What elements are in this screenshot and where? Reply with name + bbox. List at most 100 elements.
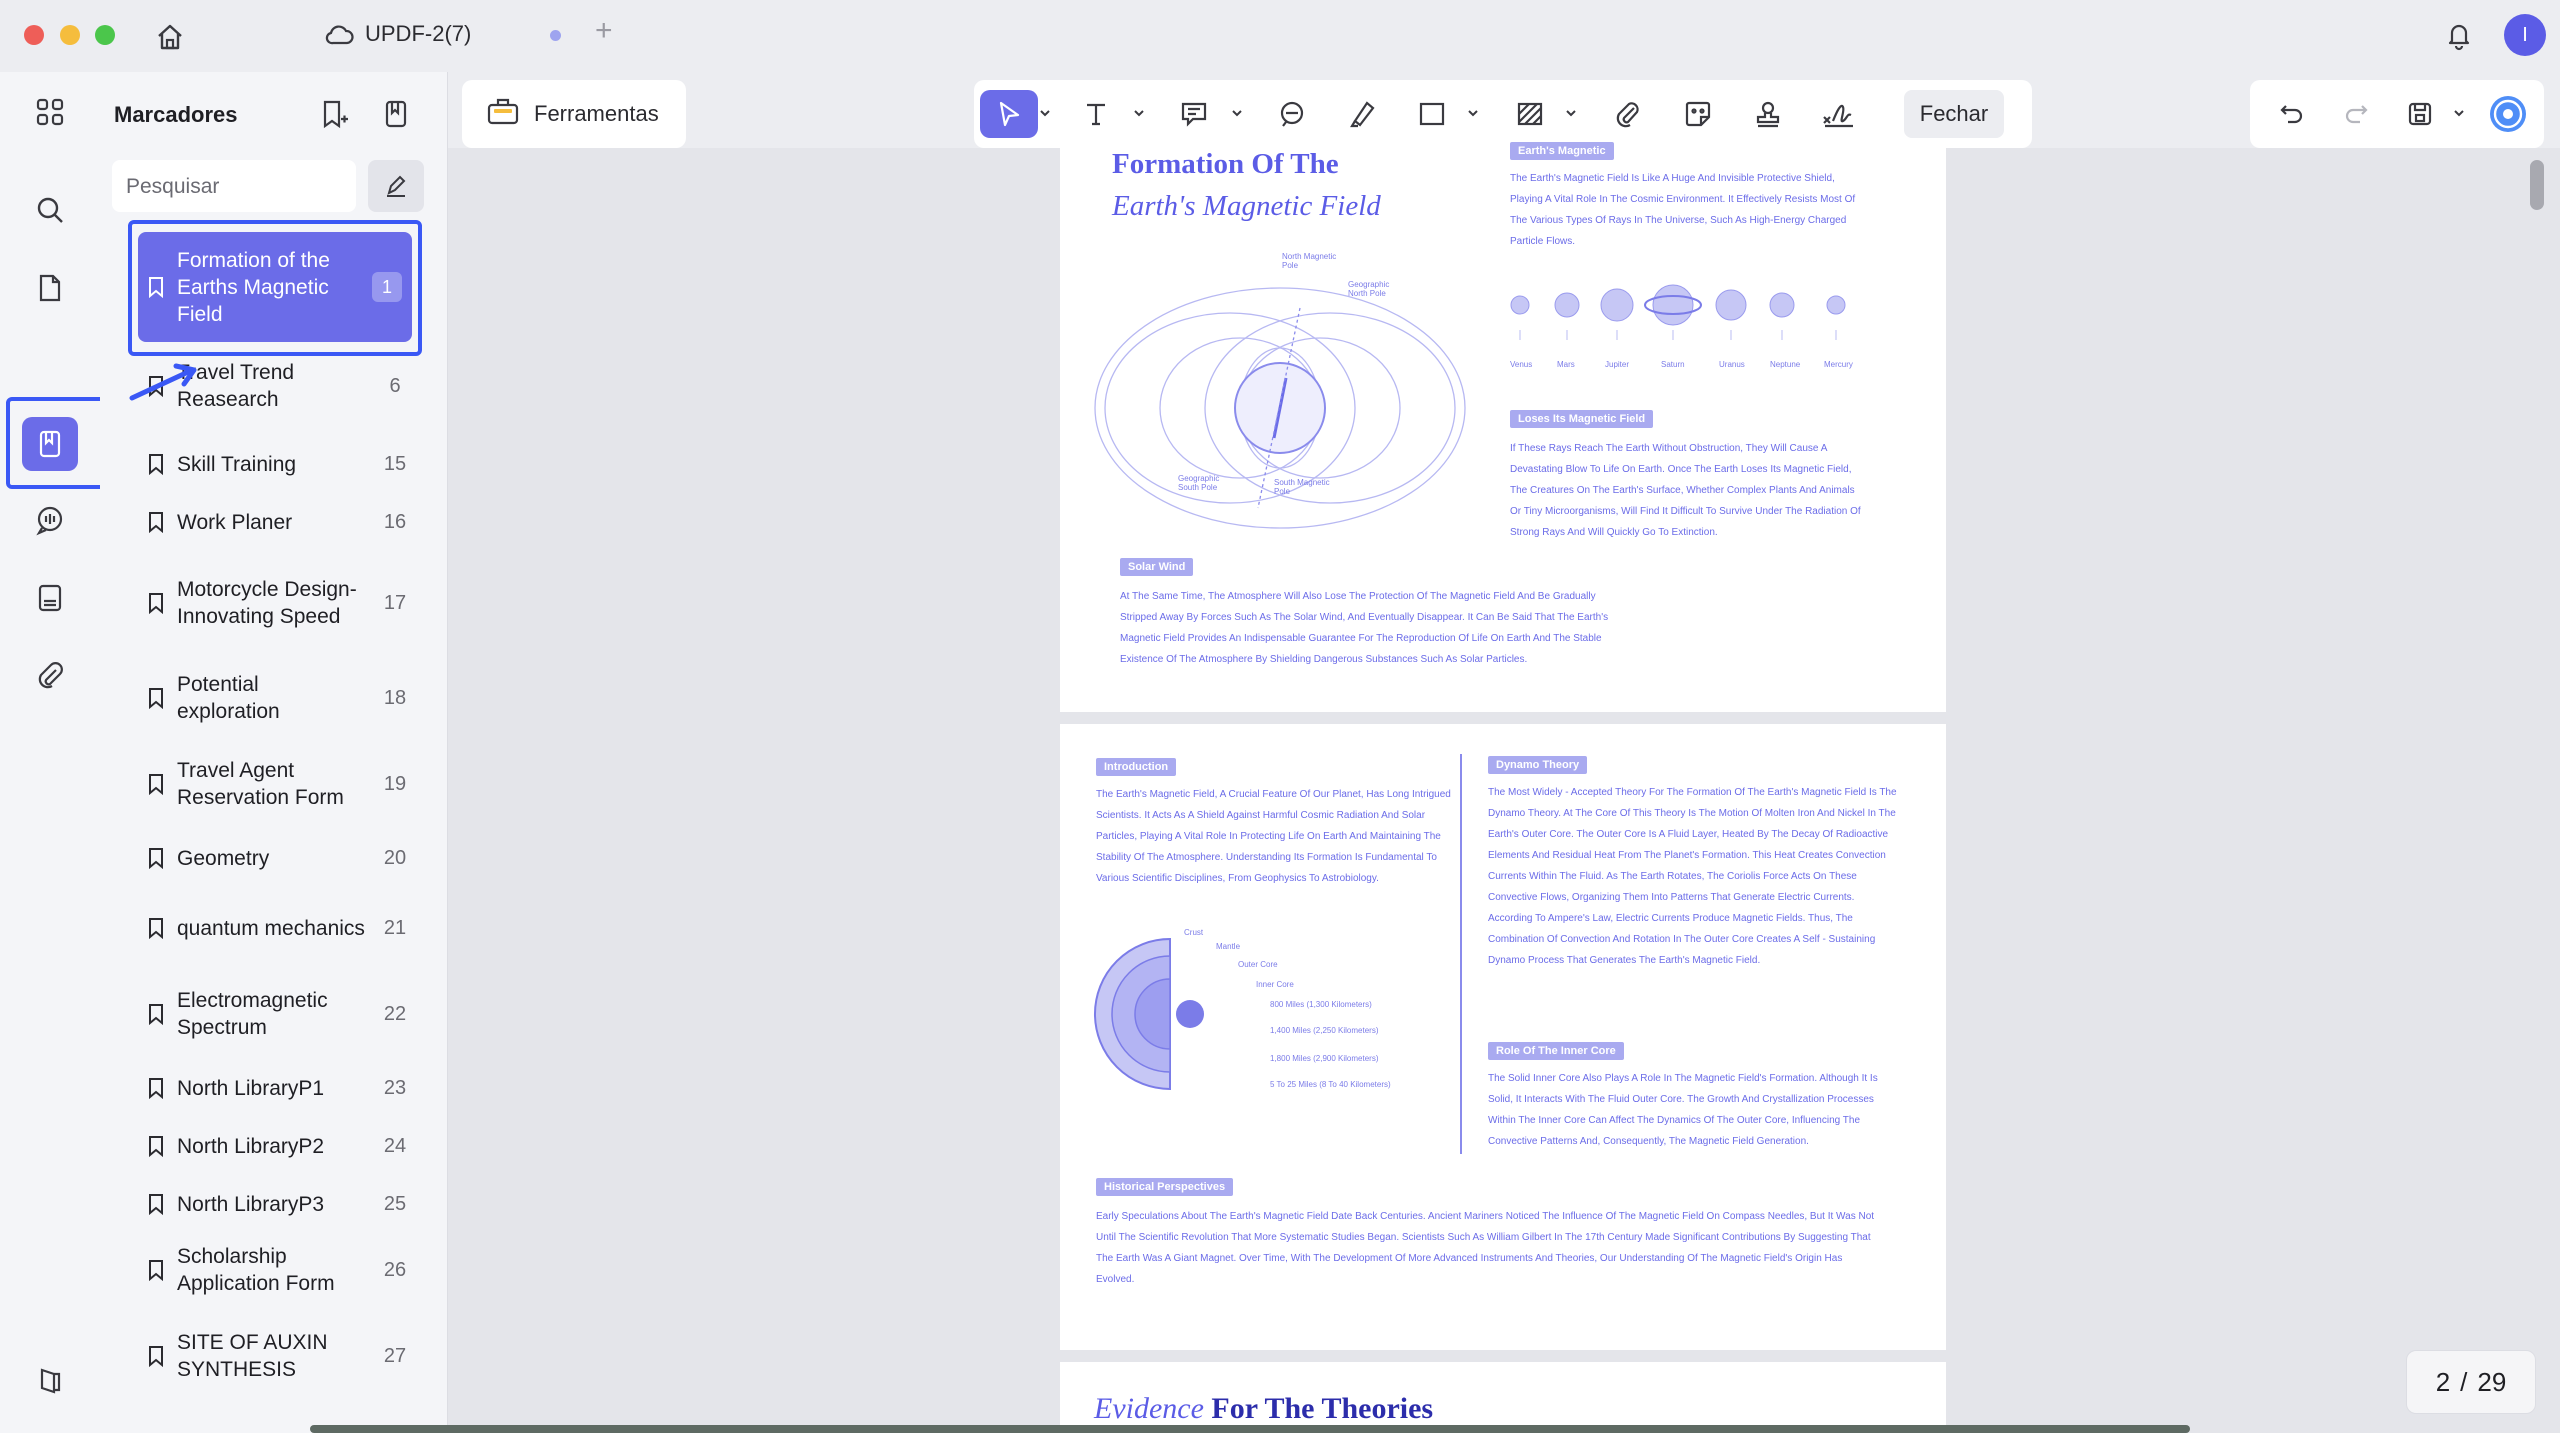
comment-dropdown-caret[interactable] — [1230, 106, 1244, 120]
rectangle-shape-icon[interactable] — [1408, 90, 1456, 138]
bookmark-icon — [149, 918, 163, 939]
bookmark-page-number: 16 — [383, 510, 407, 533]
page2-intro-text: The Earth's Magnetic Field, A Crucial Fe… — [1096, 789, 1451, 884]
document-scrollbar[interactable] — [2530, 160, 2544, 210]
bookmark-item[interactable]: Motorcycle Design-Innovating Speed 17 — [120, 558, 420, 648]
section-chip-historical: Historical Perspectives — [1096, 1178, 1234, 1196]
shape-dropdown-caret[interactable] — [1466, 106, 1480, 120]
home-icon[interactable] — [150, 17, 190, 57]
bookmark-search-input[interactable]: Pesquisar — [112, 160, 356, 212]
select-cursor-icon[interactable] — [980, 90, 1038, 138]
notification-bell-icon[interactable] — [2440, 16, 2478, 54]
add-bookmark-icon[interactable] — [314, 94, 354, 134]
text-tool-icon[interactable] — [1072, 90, 1120, 138]
section-chip-introduction: Introduction — [1096, 758, 1177, 776]
bookmark-icon — [149, 1136, 163, 1157]
redo-icon[interactable] — [2332, 90, 2380, 138]
bookmark-label: North LibraryP1 — [177, 1076, 325, 1100]
zoom-window-button[interactable] — [95, 25, 115, 45]
attachment-icon[interactable] — [26, 652, 74, 700]
bookmark-page-number: 17 — [383, 591, 407, 614]
close-tools-button[interactable]: Fechar — [1904, 90, 2004, 138]
pages-icon[interactable] — [26, 264, 74, 312]
ai-assistant-icon[interactable] — [2484, 90, 2532, 138]
bookmark-icon — [149, 848, 163, 869]
pointer-arrow-annotation — [128, 362, 208, 407]
chat-bubble-icon[interactable] — [1268, 90, 1316, 138]
earth-layer-label: Inner Core — [1256, 980, 1294, 989]
bookmark-item[interactable]: SITE OF AUXIN SYNTHESIS 27 — [120, 1326, 420, 1386]
bookmark-icon — [149, 454, 163, 475]
layers-icon[interactable] — [26, 1356, 74, 1404]
save-icon[interactable] — [2396, 90, 2444, 138]
planet-label: Mars — [1557, 360, 1575, 369]
bookmark-item[interactable]: Formation of the Earths Magnetic Field 1 — [138, 232, 412, 342]
bookmark-item[interactable]: quantum mechanics 21 — [120, 898, 420, 958]
bookmark-icon — [149, 1346, 163, 1367]
bookmark-page-number: 1 — [372, 272, 402, 302]
panel-title: Marcadores — [114, 102, 238, 127]
bookmark-icon — [149, 1004, 163, 1025]
bookmark-item[interactable]: Geometry 20 — [120, 838, 420, 878]
earth-depth-label: 800 Miles (1,300 Kilometers) — [1270, 1000, 1372, 1009]
bookmark-panel-icon[interactable] — [22, 417, 78, 471]
ai-chat-icon[interactable] — [26, 496, 74, 544]
bookmark-item[interactable]: North LibraryP3 25 — [120, 1184, 420, 1224]
edit-bookmarks-button[interactable] — [368, 160, 424, 212]
undo-icon[interactable] — [2268, 90, 2316, 138]
bookmark-item[interactable]: Potential exploration 18 — [120, 668, 420, 728]
bookmark-settings-icon[interactable] — [376, 94, 416, 134]
select-dropdown-caret[interactable] — [1038, 106, 1052, 120]
toolbox-icon — [486, 95, 520, 133]
page2-dynamo-text: The Most Widely - Accepted Theory For Th… — [1488, 787, 1897, 966]
bookmark-item[interactable]: Electromagnetic Spectrum 22 — [120, 984, 420, 1044]
bookmark-label: Electromagnetic Spectrum — [177, 989, 328, 1039]
bookmark-page-number: 6 — [389, 374, 401, 397]
page2-historical-text: Early Speculations About The Earth's Mag… — [1096, 1211, 1875, 1285]
user-avatar[interactable]: I — [2504, 14, 2546, 56]
section-chip-dynamo: Dynamo Theory — [1488, 756, 1588, 774]
diagram-label-south-geographic: Geographic South Pole — [1178, 474, 1220, 492]
minimize-window-button[interactable] — [60, 25, 80, 45]
current-page-number[interactable]: 2 — [2436, 1367, 2450, 1398]
bookmark-item[interactable]: North LibraryP2 24 — [120, 1126, 420, 1166]
bookmark-item[interactable]: Travel Agent Reservation Form 19 — [120, 754, 420, 814]
bookmark-item[interactable]: Work Planer 16 — [120, 502, 420, 542]
sticker-icon[interactable] — [1674, 90, 1722, 138]
bookmark-label: Scholarship Application Form — [177, 1245, 335, 1295]
bookmark-label: SITE OF AUXIN SYNTHESIS — [177, 1331, 328, 1381]
bookmark-page-number: 26 — [383, 1258, 407, 1281]
planet-label: Mercury — [1824, 360, 1853, 369]
tools-button[interactable]: Ferramentas — [462, 80, 686, 148]
cloud-icon — [325, 22, 355, 48]
planet-label: Venus — [1510, 360, 1533, 369]
page-separator: / — [2460, 1366, 2468, 1397]
bookmark-item[interactable]: Skill Training 15 — [120, 444, 420, 484]
close-window-button[interactable] — [24, 25, 44, 45]
save-dropdown-caret[interactable] — [2452, 106, 2466, 120]
bookmark-page-number: 18 — [383, 686, 407, 709]
bookmark-item[interactable]: North LibraryP1 23 — [120, 1068, 420, 1108]
page1-solar-text: At The Same Time, The Atmosphere Will Al… — [1120, 591, 1609, 665]
text-dropdown-caret[interactable] — [1132, 106, 1146, 120]
bookmark-label: Formation of the Earths Magnetic Field — [177, 248, 330, 326]
document-tab-title[interactable]: UPDF-2(7) — [365, 21, 471, 47]
earth-depth-label: 1,400 Miles (2,250 Kilometers) — [1270, 1026, 1379, 1035]
forms-icon[interactable] — [26, 574, 74, 622]
bookmark-item[interactable]: Scholarship Application Form 26 — [120, 1240, 420, 1300]
document-viewport[interactable]: Formation Of The Earth's Magnetic Field … — [448, 142, 2560, 1433]
area-dropdown-caret[interactable] — [1564, 106, 1578, 120]
stamp-icon[interactable] — [1744, 90, 1792, 138]
left-tool-rail — [0, 72, 106, 1433]
history-toolbar — [2250, 80, 2544, 148]
apps-grid-icon[interactable] — [26, 88, 74, 136]
highlighter-icon[interactable] — [1338, 90, 1386, 138]
signature-icon[interactable] — [1814, 90, 1862, 138]
attach-file-icon[interactable] — [1604, 90, 1652, 138]
new-tab-button[interactable]: + — [595, 14, 613, 48]
area-hatch-icon[interactable] — [1506, 90, 1554, 138]
search-icon[interactable] — [26, 186, 74, 234]
page-counter[interactable]: 2 / 29 — [2406, 1350, 2536, 1414]
earth-depth-label: 5 To 25 Miles (8 To 40 Kilometers) — [1270, 1080, 1391, 1089]
comment-tool-icon[interactable] — [1170, 90, 1218, 138]
